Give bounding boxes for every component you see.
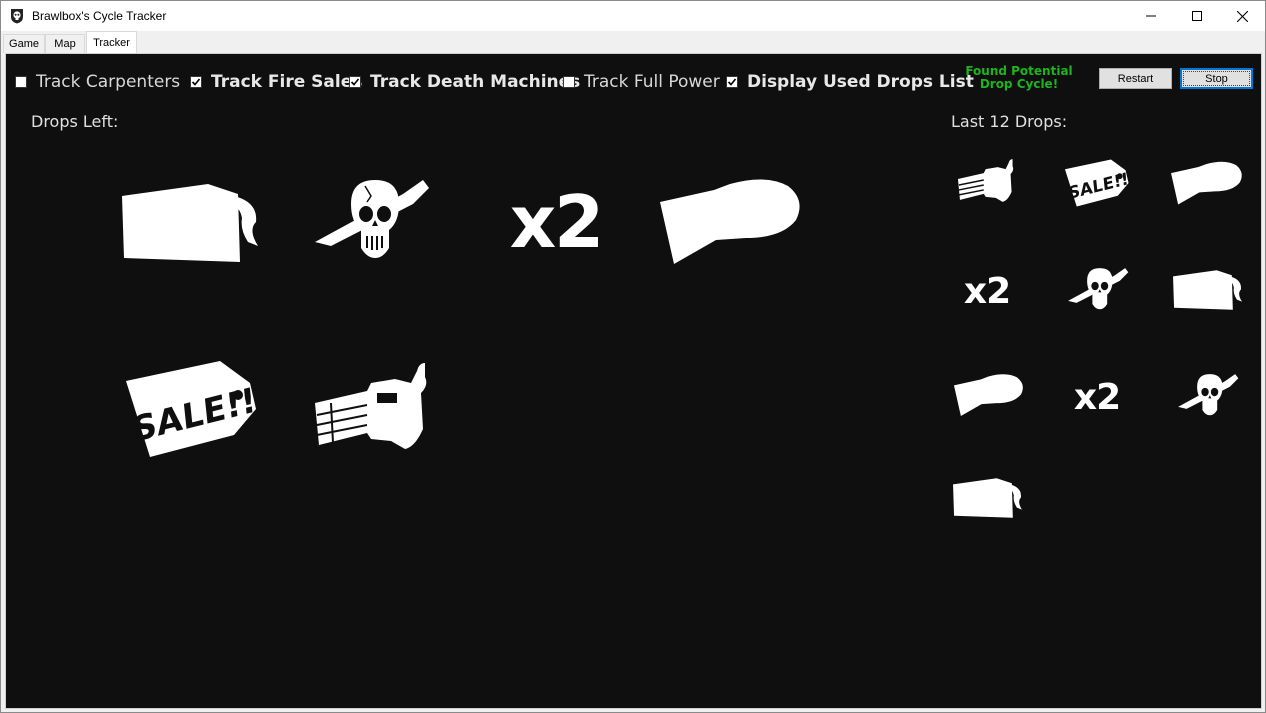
track-carpenters-checkbox[interactable]: Track Carpenters: [15, 72, 180, 92]
checkmark-icon: [350, 78, 360, 86]
track-carpenters-label: Track Carpenters: [36, 72, 181, 92]
display-used-drops-label: Display Used Drops List: [747, 72, 974, 92]
track-fire-sales-checkbox[interactable]: Track Fire Sales: [190, 72, 362, 92]
window-title: Brawlbox's Cycle Tracker: [32, 9, 167, 23]
minimize-icon: [1146, 15, 1156, 17]
death-machine-icon: [311, 359, 436, 459]
checkmark-icon: [191, 78, 201, 86]
title-bar[interactable]: Brawlbox's Cycle Tracker: [1, 1, 1265, 31]
track-full-power-label: Track Full Power: [584, 72, 720, 92]
restart-button[interactable]: Restart: [1099, 68, 1172, 89]
tracker-panel: Track Carpenters Track Fire Sales Track …: [5, 53, 1262, 709]
app-window: Brawlbox's Cycle Tracker Game Map Tracke…: [0, 0, 1266, 713]
checkbox-box[interactable]: [190, 76, 202, 88]
skull-shield-icon: [9, 8, 25, 24]
nuke-icon: [116, 178, 266, 268]
status-message: Found Potential Drop Cycle!: [965, 64, 1073, 91]
nuke-icon: [1170, 266, 1246, 314]
checkmark-icon: [727, 78, 737, 86]
track-death-machines-checkbox[interactable]: Track Death Machines: [349, 72, 580, 92]
max-ammo-icon: [656, 174, 806, 269]
max-ammo-icon: [1169, 158, 1245, 208]
insta-kill-icon: [311, 174, 436, 269]
double-points-icon: x2: [1073, 376, 1121, 418]
insta-kill-icon: [1176, 370, 1242, 422]
maximize-button[interactable]: [1174, 1, 1220, 31]
minimize-button[interactable]: [1128, 1, 1174, 31]
fire-sale-icon: SALE!!!: [124, 359, 259, 459]
double-points-icon: x2: [963, 270, 1011, 312]
stop-button[interactable]: Stop: [1180, 68, 1253, 89]
maximize-icon: [1192, 11, 1202, 21]
tab-map[interactable]: Map: [45, 34, 85, 53]
double-points-icon: x2: [509, 179, 605, 264]
drops-left-label: Drops Left:: [31, 112, 119, 131]
death-machine-icon: [956, 156, 1018, 208]
track-fire-sales-label: Track Fire Sales: [211, 72, 363, 92]
tab-strip: Game Map Tracker: [1, 31, 1265, 53]
checkbox-box[interactable]: [15, 76, 27, 88]
tab-game[interactable]: Game: [3, 34, 45, 53]
max-ammo-icon: [952, 370, 1026, 420]
close-icon: [1236, 10, 1248, 22]
nuke-icon: [950, 474, 1026, 522]
checkbox-box[interactable]: [563, 76, 575, 88]
track-full-power-checkbox[interactable]: Track Full Power: [563, 72, 720, 92]
tab-tracker[interactable]: Tracker: [86, 31, 137, 53]
insta-kill-icon: [1066, 264, 1132, 316]
checkbox-box[interactable]: [349, 76, 361, 88]
fire-sale-icon: SALE!!!: [1064, 158, 1130, 208]
display-used-drops-checkbox[interactable]: Display Used Drops List: [726, 72, 974, 92]
checkbox-box[interactable]: [726, 76, 738, 88]
close-button[interactable]: [1219, 1, 1265, 31]
track-death-machines-label: Track Death Machines: [370, 72, 581, 92]
last-drops-label: Last 12 Drops:: [951, 112, 1068, 131]
